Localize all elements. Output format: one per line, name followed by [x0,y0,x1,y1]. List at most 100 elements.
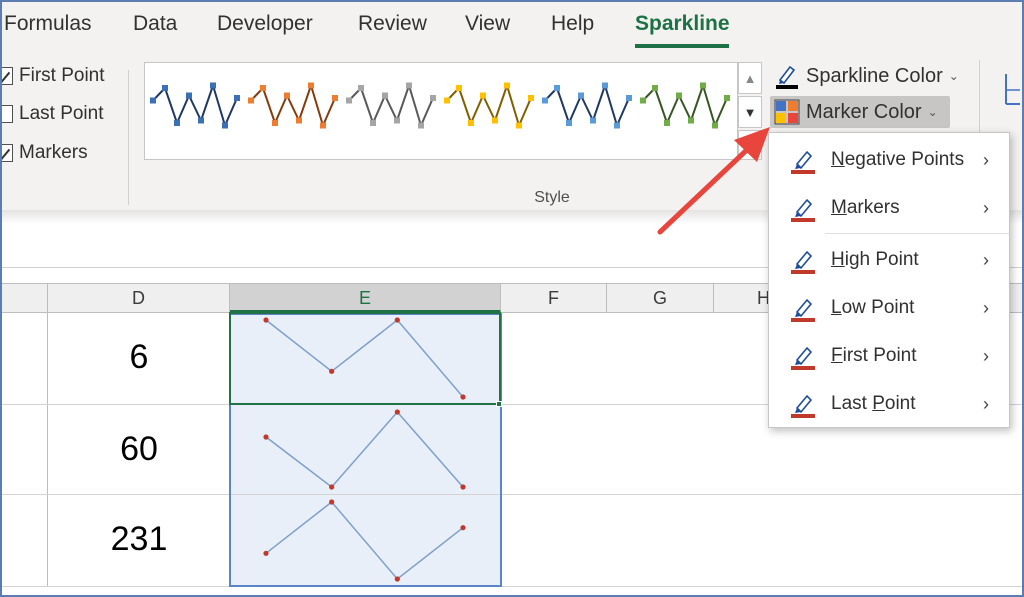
pen-color-icon [789,196,817,224]
menu-item-label: Markers [831,197,900,218]
cell-d-value[interactable]: 6 [48,338,230,377]
swatch-marker [406,82,412,89]
swatch-marker [358,85,364,91]
swatch-marker [724,95,730,101]
cell-d-value[interactable]: 231 [48,520,230,559]
pen-color-icon [789,392,817,420]
swatch-marker [198,117,204,124]
swatch-marker [430,95,436,101]
swatch-marker [590,117,596,124]
menu-item-label: Last Point [831,393,916,414]
tab-sparkline[interactable]: Sparkline [635,12,730,36]
marker-color-button[interactable]: Marker Color ⌄ [770,96,950,128]
swatch-marker [296,117,302,124]
swatch-marker [150,97,156,104]
swatch-marker [320,122,326,129]
swatch-marker [614,122,620,129]
cell-d-value[interactable]: 60 [48,430,230,469]
checkbox-box [0,67,13,85]
checkbox-box [0,144,13,162]
sparkline-marker [460,525,466,531]
column-header-d[interactable]: D [48,284,230,313]
sparkline-color-label: Sparkline Color [806,64,943,87]
markers-checkbox[interactable]: Markers [0,139,88,167]
ribbon-tab-bar: Formulas Data Developer Review View Help… [0,0,1024,52]
menu-item-negative-points[interactable]: Negative Points › [769,140,1009,180]
tab-developer[interactable]: Developer [217,12,313,36]
chevron-right-icon: › [983,249,989,270]
first-point-checkbox[interactable]: First Point [0,62,105,90]
chevron-right-icon: › [983,297,989,318]
swatch-marker [688,117,694,124]
tab-formulas[interactable]: Formulas [4,12,92,36]
swatch-marker [626,95,632,101]
swatch-marker [566,120,572,126]
menu-item-last-point[interactable]: Last Point › [769,384,1009,424]
sparkline-color-button[interactable]: Sparkline Color ⌄ [770,60,959,92]
menu-separator [825,233,1009,234]
last-point-checkbox[interactable]: Last Point [0,100,104,128]
tab-review[interactable]: Review [358,12,427,36]
swatch-marker [640,97,646,104]
column-header-e[interactable]: E [230,284,501,313]
tab-help[interactable]: Help [551,12,594,36]
sparkline-cell[interactable] [230,495,501,586]
swatch-marker [260,85,266,91]
swatch-marker [394,117,400,124]
gallery-scroll-up-button[interactable]: ▲ [738,62,762,94]
pen-color-icon [789,248,817,276]
swatch-marker [308,82,314,89]
swatch-marker [542,97,548,104]
swatch-marker [676,92,682,99]
style-swatch [248,82,338,129]
swatch-marker [174,120,180,126]
tab-view[interactable]: View [465,12,510,36]
swatch-line [250,82,336,129]
menu-item-low-point[interactable]: Low Point › [769,288,1009,328]
swatch-marker [456,85,462,91]
style-swatch [346,82,436,129]
chevron-down-icon: ⌄ [927,105,938,119]
swatch-marker [370,120,376,126]
menu-item-label: High Point [831,249,919,270]
marker-color-menu: Negative Points › Markers › High Point ›… [768,132,1010,428]
sparkline-marker [329,484,335,490]
menu-item-label: First Point [831,345,917,366]
menu-item-markers[interactable]: Markers › [769,188,1009,228]
sparkline-cell[interactable] [230,405,501,494]
menu-item-high-point[interactable]: High Point › [769,240,1009,280]
sparkline-marker [329,499,335,505]
gallery-scroll-down-button[interactable]: ▼ [738,96,762,128]
chevron-down-icon: ⌄ [948,69,959,83]
swatch-marker [652,85,658,91]
sparkline-style-gallery[interactable] [144,62,738,160]
swatch-line [152,82,238,129]
menu-item-first-point[interactable]: First Point › [769,336,1009,376]
swatch-line [446,82,532,129]
pen-color-icon [789,148,817,176]
gridline [0,586,1024,587]
gridline [0,494,1024,495]
chevron-right-icon: › [983,149,989,170]
swatch-marker [554,85,560,91]
swatch-marker [248,97,254,104]
swatch-marker [712,122,718,129]
axis-icon[interactable] [1000,70,1020,110]
marker-color-label: Marker Color [806,100,922,123]
swatch-marker [222,122,228,129]
fill-handle[interactable] [496,401,502,407]
gallery-more-button[interactable]: ☰ [738,130,762,160]
pen-color-icon [774,63,800,89]
style-swatch [150,82,240,129]
checkbox-label: Last Point [19,103,104,124]
column-header-f[interactable]: F [501,284,607,313]
column-header-g[interactable]: G [607,284,714,313]
menu-item-label: Negative Points [831,149,965,170]
swatch-marker [578,92,584,99]
swatch-marker [346,97,352,104]
sparkline-chart [263,499,466,582]
swatch-marker [284,92,290,99]
style-swatch [542,82,632,129]
column-header-previous[interactable] [0,284,48,313]
tab-data[interactable]: Data [133,12,177,36]
